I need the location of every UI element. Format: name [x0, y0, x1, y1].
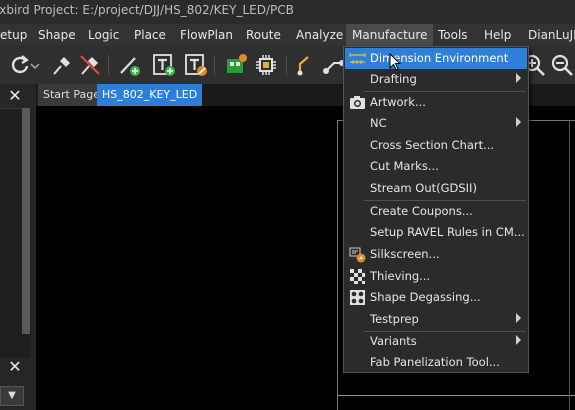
submenu-arrow-icon	[516, 73, 521, 83]
menu-item-cut-marks[interactable]: Cut Marks...	[345, 156, 527, 177]
menu-manufacture[interactable]: Manufacture	[346, 24, 434, 46]
menu-item-artwork[interactable]: Artwork...	[345, 92, 527, 113]
pin-icon[interactable]	[50, 53, 74, 77]
menu-dianlujl[interactable]: DianLuJL	[522, 24, 575, 46]
menu-item-drafting[interactable]: Drafting	[345, 69, 527, 90]
menu-item-create-coupons[interactable]: Create Coupons...	[345, 201, 527, 222]
add-line-icon[interactable]	[118, 53, 142, 77]
menu-shape[interactable]: Shape	[32, 24, 82, 46]
menu-analyze[interactable]: Analyze	[290, 24, 349, 46]
menu-bar: etup Shape Logic Place FlowPlan Route An…	[0, 24, 575, 46]
tab-start-page[interactable]: Start Page	[38, 84, 105, 106]
board-outline	[337, 120, 338, 410]
menu-item-testprep[interactable]: Testprep	[345, 309, 527, 330]
menu-flowplan[interactable]: FlowPlan	[174, 24, 239, 46]
manufacture-menu: Dimension Environment Drafting Artwork..…	[343, 46, 529, 373]
menu-item-shape-degassing[interactable]: Shape Degassing...	[345, 287, 527, 308]
title-bar: Pxbird Project: E:/project/DJJ/HS_802/KE…	[0, 0, 575, 24]
menu-item-thieving[interactable]: Thieving...	[345, 266, 527, 287]
menu-item-cross-section-chart[interactable]: Cross Section Chart...	[345, 135, 527, 156]
window-title: Pxbird Project: E:/project/DJJ/HS_802/KE…	[0, 3, 294, 17]
redo-dropdown-icon[interactable]	[30, 53, 40, 77]
dimension-icon	[349, 50, 366, 67]
mouse-cursor-icon	[389, 53, 401, 71]
menu-route[interactable]: Route	[240, 24, 287, 46]
menu-logic[interactable]: Logic	[82, 24, 125, 46]
close-icon[interactable]: ✕	[6, 87, 24, 105]
panel-dropdown[interactable]: ▼	[0, 386, 24, 406]
menu-item-dimension-environment[interactable]: Dimension Environment	[345, 48, 527, 69]
unpin-icon[interactable]	[78, 53, 102, 77]
menu-item-stream-out[interactable]: Stream Out(GDSII)	[345, 178, 527, 199]
menu-item-fab-panelization-tool[interactable]: Fab Panelization Tool...	[345, 352, 527, 373]
edit-text-icon[interactable]	[184, 53, 208, 77]
add-text-icon[interactable]	[152, 53, 176, 77]
silkscreen-icon	[349, 246, 366, 263]
submenu-arrow-icon	[516, 313, 521, 323]
route-icon[interactable]	[294, 53, 318, 77]
camera-icon	[349, 94, 366, 111]
board-outline	[337, 395, 575, 396]
menu-item-silkscreen[interactable]: Silkscreen...	[345, 244, 527, 265]
degassing-icon	[349, 289, 366, 306]
scrollbar[interactable]	[22, 108, 30, 334]
tab-hs-802-key-led[interactable]: HS_802_KEY_LED	[97, 84, 203, 106]
menu-place[interactable]: Place	[128, 24, 172, 46]
menu-item-setup-ravel-rules[interactable]: Setup RAVEL Rules in CM...	[345, 222, 527, 243]
component-icon[interactable]	[224, 53, 248, 77]
submenu-arrow-icon	[516, 117, 521, 127]
menu-help[interactable]: Help	[478, 24, 517, 46]
submenu-arrow-icon	[516, 335, 521, 345]
thieving-icon	[349, 268, 366, 285]
menu-item-variants[interactable]: Variants	[345, 331, 527, 352]
menu-tools[interactable]: Tools	[432, 24, 474, 46]
close-icon[interactable]: ✕	[6, 358, 24, 376]
left-panel: ✕ ✕ ▼	[0, 84, 36, 410]
redo-icon[interactable]	[8, 53, 32, 77]
menu-setup[interactable]: etup	[0, 24, 33, 46]
menu-item-nc[interactable]: NC	[345, 113, 527, 134]
board-outline	[569, 120, 570, 410]
zoom-out-icon[interactable]	[550, 53, 574, 77]
chip-icon[interactable]	[254, 53, 278, 77]
